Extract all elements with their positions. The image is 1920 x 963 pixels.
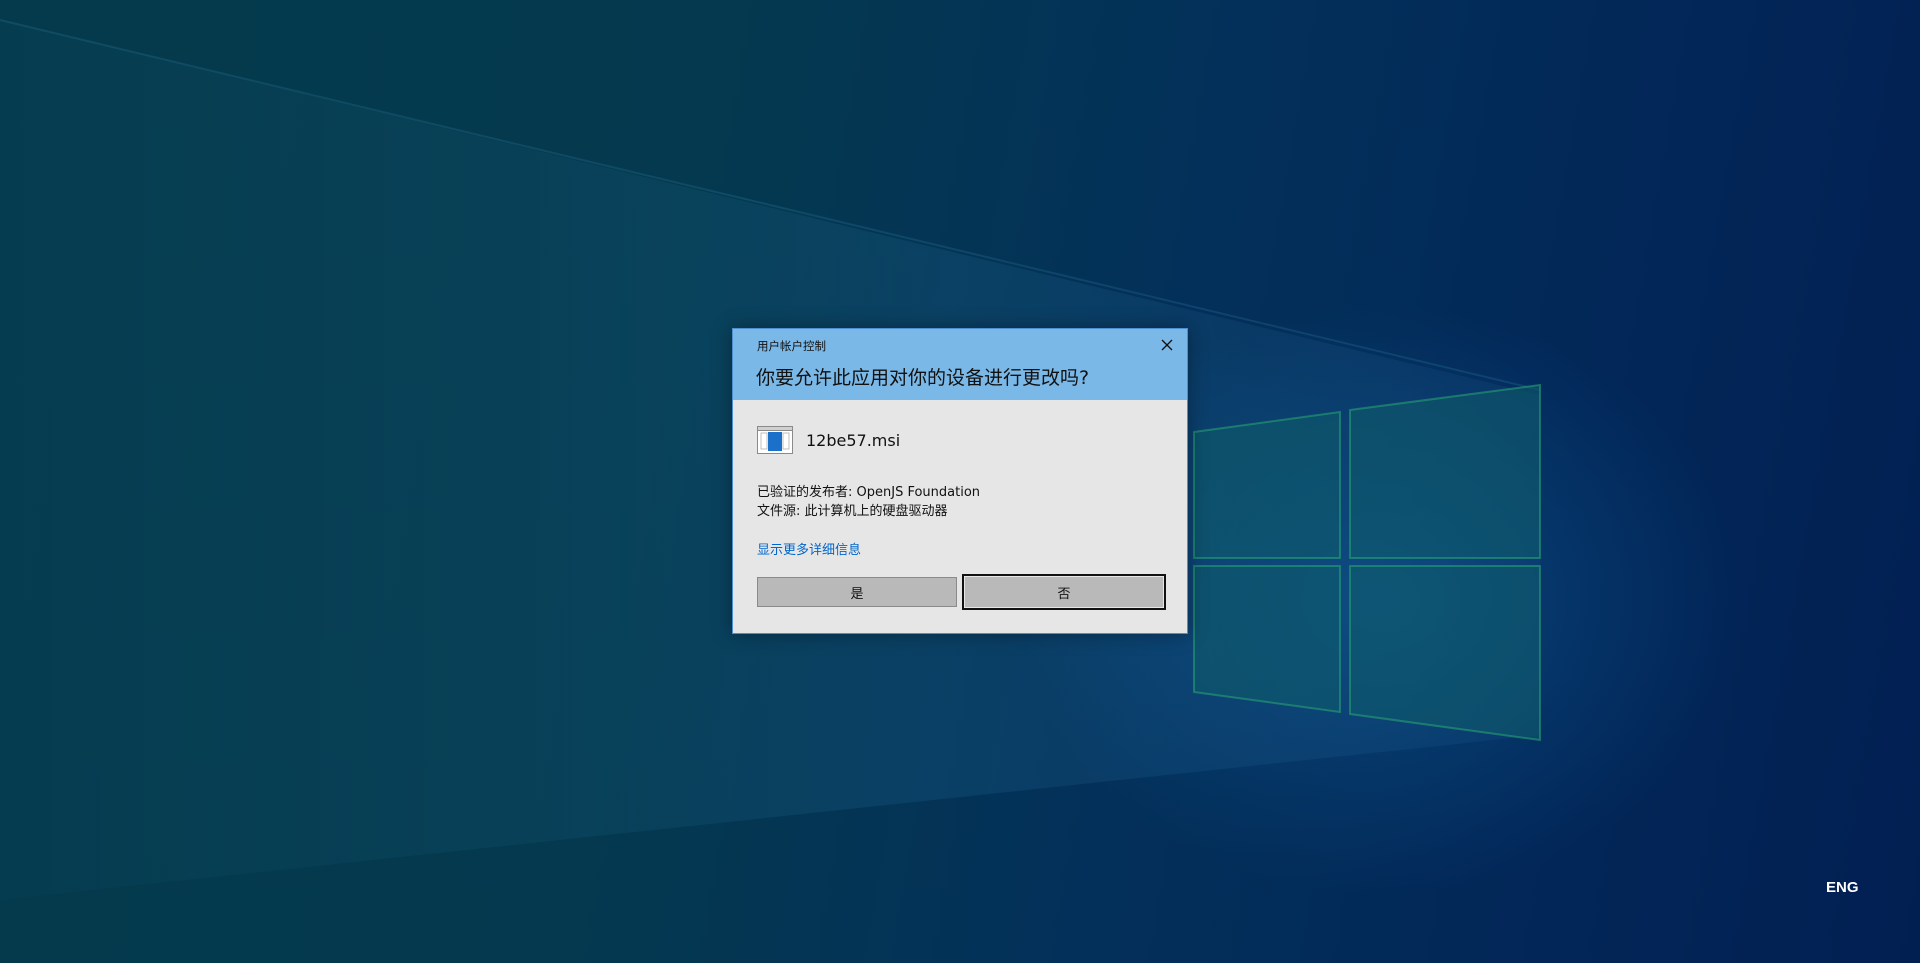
- close-button[interactable]: [1153, 333, 1181, 357]
- show-details-link[interactable]: 显示更多详细信息: [757, 539, 861, 558]
- desktop: 用户帐户控制 你要允许此应用对你的设备进行更改吗? 12be57.msi 已验证…: [0, 0, 1920, 963]
- no-button[interactable]: 否: [962, 574, 1166, 610]
- file-origin-line: 文件源: 此计算机上的硬盘驱动器: [757, 504, 948, 519]
- dialog-question: 你要允许此应用对你的设备进行更改吗?: [756, 367, 1090, 389]
- app-name: 12be57.msi: [806, 430, 901, 450]
- language-indicator[interactable]: ENG: [1826, 879, 1859, 896]
- dialog-caption: 用户帐户控制: [757, 339, 826, 353]
- publisher-line: 已验证的发布者: OpenJS Foundation: [757, 485, 981, 500]
- app-info-row: 12be57.msi: [757, 425, 900, 455]
- yes-button[interactable]: 是: [757, 577, 957, 607]
- uac-header: 用户帐户控制 你要允许此应用对你的设备进行更改吗?: [733, 329, 1187, 400]
- uac-dialog: 用户帐户控制 你要允许此应用对你的设备进行更改吗? 12be57.msi 已验证…: [732, 328, 1188, 634]
- close-icon: [1161, 339, 1173, 351]
- msi-installer-icon: [757, 426, 793, 454]
